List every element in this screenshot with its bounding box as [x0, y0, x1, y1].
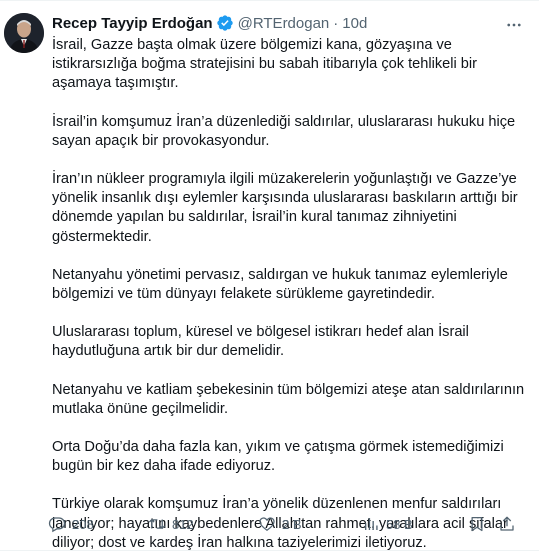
avatar-portrait-icon — [4, 13, 44, 53]
author-name[interactable]: Recep Tayyip Erdoğan — [52, 15, 213, 32]
views-count: 58 B — [386, 516, 413, 532]
verified-badge-icon — [216, 14, 234, 32]
like-count: 2 B — [282, 516, 302, 532]
heart-icon — [259, 517, 275, 531]
share-icon — [500, 516, 514, 531]
reply-icon — [48, 517, 66, 533]
header-separator: · — [333, 14, 339, 32]
repost-button[interactable]: 812 — [148, 515, 194, 533]
tweet-paragraph: Orta Doğu’da daha fazla kan, yıkım ve ça… — [52, 439, 504, 475]
tweet-paragraph: İran’ın nükleer programıyla ilgili müzak… — [52, 171, 518, 245]
tweet-paragraph: Netanyahu ve katliam şebekesinin tüm böl… — [52, 381, 525, 417]
tweet-paragraph: Netanyahu yönetimi pervasız, saldırgan v… — [52, 266, 508, 303]
tweet-actions: 208 812 2 B 58 B — [48, 513, 530, 535]
repost-count: 812 — [172, 516, 194, 532]
tweet-paragraph: İsrail, Gazze başta olmak üzere bölgemiz… — [52, 37, 478, 92]
tweet-card[interactable]: Recep Tayyip Erdoğan @RTErdogan · 10d İs… — [0, 0, 539, 551]
tweet-text: İsrail, Gazze başta olmak üzere bölgemiz… — [52, 36, 530, 551]
views-icon — [365, 518, 378, 530]
tweet-paragraph: Uluslararası toplum, küresel ve bölgesel… — [52, 324, 469, 360]
repost-icon — [148, 519, 166, 529]
tweet-header: Recep Tayyip Erdoğan @RTErdogan · 10d — [52, 13, 530, 33]
share-button[interactable] — [498, 515, 516, 533]
reply-button[interactable]: 208 — [48, 515, 94, 533]
bookmark-button[interactable] — [468, 515, 486, 533]
reply-count: 208 — [72, 516, 94, 532]
tweet-timestamp[interactable]: 10d — [342, 15, 367, 32]
tweet-content: Recep Tayyip Erdoğan @RTErdogan · 10d İs… — [48, 13, 530, 551]
views-button[interactable]: 58 B — [362, 515, 413, 533]
tweet-paragraph: İsrail’in komşumuz İran’a düzenlediği sa… — [52, 113, 516, 149]
avatar[interactable] — [4, 13, 44, 53]
bookmark-icon — [471, 516, 483, 532]
more-horizontal-icon[interactable] — [504, 15, 524, 35]
author-handle[interactable]: @RTErdogan — [238, 15, 330, 32]
like-button[interactable]: 2 B — [258, 515, 302, 533]
